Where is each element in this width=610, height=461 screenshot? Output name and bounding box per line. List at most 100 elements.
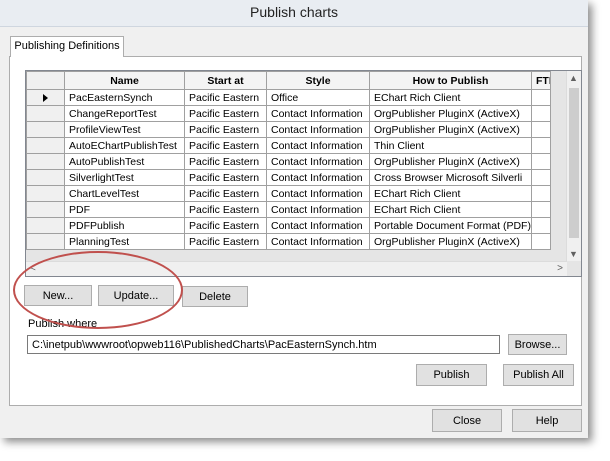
table-row[interactable]: AutoEChartPublishTest Pacific Eastern Cont…	[26, 137, 551, 154]
cell-name[interactable]: ProfileViewTest	[64, 121, 185, 138]
cell-ftp[interactable]	[531, 89, 551, 106]
cell-how-to-publish[interactable]: EChart Rich Client	[369, 89, 532, 106]
publish-where-field[interactable]: C:\inetpub\wwwroot\opweb116\PublishedCha…	[27, 335, 500, 354]
table-row[interactable]: ProfileViewTest Pacific Eastern Contact In…	[26, 121, 551, 138]
cell-name[interactable]: PacEasternSynch	[64, 89, 185, 106]
update-button[interactable]: Update...	[98, 285, 174, 306]
cell-ftp[interactable]	[531, 153, 551, 170]
table-row[interactable]: PlanningTest Pacific Eastern Contact Infor…	[26, 233, 551, 250]
cell-ftp[interactable]	[531, 217, 551, 234]
column-header-style[interactable]: Style	[266, 71, 370, 90]
dialog-body: Publishing Definitions Name Start at Sty…	[0, 27, 588, 438]
cell-ftp[interactable]	[531, 233, 551, 250]
cell-start-at[interactable]: Pacific Eastern	[184, 185, 267, 202]
cell-name[interactable]: ChangeReportTest	[64, 105, 185, 122]
cell-name[interactable]: ChartLevelTest	[64, 185, 185, 202]
cell-style[interactable]: Contact Information	[266, 169, 370, 186]
chevron-down-icon[interactable]: ▼	[569, 249, 578, 259]
horizontal-scrollbar[interactable]: < >	[26, 261, 567, 276]
definitions-grid: Name Start at Style How to Publish FTP P…	[25, 70, 582, 277]
chevron-up-icon[interactable]: ▲	[569, 73, 578, 83]
cell-how-to-publish[interactable]: EChart Rich Client	[369, 201, 532, 218]
cell-name[interactable]: AutoPublishTest	[64, 153, 185, 170]
row-header[interactable]	[26, 121, 65, 138]
cell-start-at[interactable]: Pacific Eastern	[184, 217, 267, 234]
cell-start-at[interactable]: Pacific Eastern	[184, 137, 267, 154]
title-bar: Publish charts	[0, 0, 588, 27]
cell-ftp[interactable]	[531, 105, 551, 122]
cell-start-at[interactable]: Pacific Eastern	[184, 169, 267, 186]
publish-button[interactable]: Publish	[416, 364, 487, 386]
chevron-right-icon[interactable]: >	[557, 263, 563, 274]
help-button[interactable]: Help	[512, 409, 582, 432]
column-header-ftp[interactable]: FTP	[531, 71, 551, 90]
row-header[interactable]	[26, 137, 65, 154]
row-header[interactable]	[26, 169, 65, 186]
cell-how-to-publish[interactable]: Portable Document Format (PDF)	[369, 217, 532, 234]
cell-how-to-publish[interactable]: Cross Browser Microsoft Silverli	[369, 169, 532, 186]
cell-style[interactable]: Contact Information	[266, 105, 370, 122]
browse-button[interactable]: Browse...	[508, 334, 567, 355]
row-header[interactable]	[26, 153, 65, 170]
delete-button[interactable]: Delete	[182, 286, 248, 307]
cell-ftp[interactable]	[531, 169, 551, 186]
close-button[interactable]: Close	[432, 409, 502, 432]
cell-how-to-publish[interactable]: OrgPublisher PluginX (ActiveX)	[369, 233, 532, 250]
cell-style[interactable]: Contact Information	[266, 233, 370, 250]
table-row[interactable]: PDF Pacific Eastern Contact Information ECh…	[26, 201, 551, 218]
cell-ftp[interactable]	[531, 185, 551, 202]
vertical-scrollbar[interactable]: ▲ ▼	[566, 71, 581, 261]
table-row[interactable]: ChartLevelTest Pacific Eastern Contact Inf…	[26, 185, 551, 202]
row-header[interactable]	[26, 233, 65, 250]
cell-how-to-publish[interactable]: OrgPublisher PluginX (ActiveX)	[369, 105, 532, 122]
cell-start-at[interactable]: Pacific Eastern	[184, 89, 267, 106]
cell-name[interactable]: SilverlightTest	[64, 169, 185, 186]
cell-how-to-publish[interactable]: OrgPublisher PluginX (ActiveX)	[369, 121, 532, 138]
cell-style[interactable]: Office	[266, 89, 370, 106]
cell-style[interactable]: Contact Information	[266, 153, 370, 170]
cell-start-at[interactable]: Pacific Eastern	[184, 233, 267, 250]
cell-how-to-publish[interactable]: Thin Client	[369, 137, 532, 154]
table-row[interactable]: ChangeReportTest Pacific Eastern Contact I…	[26, 105, 551, 122]
cell-style[interactable]: Contact Information	[266, 201, 370, 218]
row-header[interactable]	[26, 89, 65, 106]
vertical-scroll-thumb[interactable]	[569, 88, 579, 238]
cell-ftp[interactable]	[531, 137, 551, 154]
cell-start-at[interactable]: Pacific Eastern	[184, 105, 267, 122]
publish-all-button[interactable]: Publish All	[503, 364, 574, 386]
row-header-corner	[26, 71, 65, 90]
cell-ftp[interactable]	[531, 201, 551, 218]
table-row[interactable]: AutoPublishTest Pacific Eastern Contact In…	[26, 153, 551, 170]
table-row[interactable]: PDFPublish Pacific Eastern Contact Informa…	[26, 217, 551, 234]
cell-start-at[interactable]: Pacific Eastern	[184, 121, 267, 138]
row-header[interactable]	[26, 217, 65, 234]
row-pointer-icon	[43, 93, 48, 102]
cell-ftp[interactable]	[531, 121, 551, 138]
window-title: Publish charts	[250, 4, 338, 20]
cell-how-to-publish[interactable]: EChart Rich Client	[369, 185, 532, 202]
cell-name[interactable]: PDFPublish	[64, 217, 185, 234]
tab-panel: Name Start at Style How to Publish FTP P…	[9, 56, 582, 406]
column-header-name[interactable]: Name	[64, 71, 185, 90]
cell-style[interactable]: Contact Information	[266, 121, 370, 138]
table-row[interactable]: PacEasternSynch Pacific Eastern Office ECha…	[26, 89, 551, 106]
chevron-left-icon[interactable]: <	[30, 263, 36, 274]
header-row: Name Start at Style How to Publish FTP	[26, 71, 551, 90]
cell-start-at[interactable]: Pacific Eastern	[184, 201, 267, 218]
cell-start-at[interactable]: Pacific Eastern	[184, 153, 267, 170]
row-header[interactable]	[26, 105, 65, 122]
cell-name[interactable]: PlanningTest	[64, 233, 185, 250]
cell-name[interactable]: AutoEChartPublishTest	[64, 137, 185, 154]
tab-publishing-definitions[interactable]: Publishing Definitions	[10, 36, 124, 57]
new-button[interactable]: New...	[24, 285, 92, 306]
column-header-how-to-publish[interactable]: How to Publish	[369, 71, 532, 90]
table-row[interactable]: SilverlightTest Pacific Eastern Contact In…	[26, 169, 551, 186]
cell-how-to-publish[interactable]: OrgPublisher PluginX (ActiveX)	[369, 153, 532, 170]
row-header[interactable]	[26, 201, 65, 218]
cell-name[interactable]: PDF	[64, 201, 185, 218]
cell-style[interactable]: Contact Information	[266, 185, 370, 202]
cell-style[interactable]: Contact Information	[266, 137, 370, 154]
column-header-start-at[interactable]: Start at	[184, 71, 267, 90]
row-header[interactable]	[26, 185, 65, 202]
cell-style[interactable]: Contact Information	[266, 217, 370, 234]
